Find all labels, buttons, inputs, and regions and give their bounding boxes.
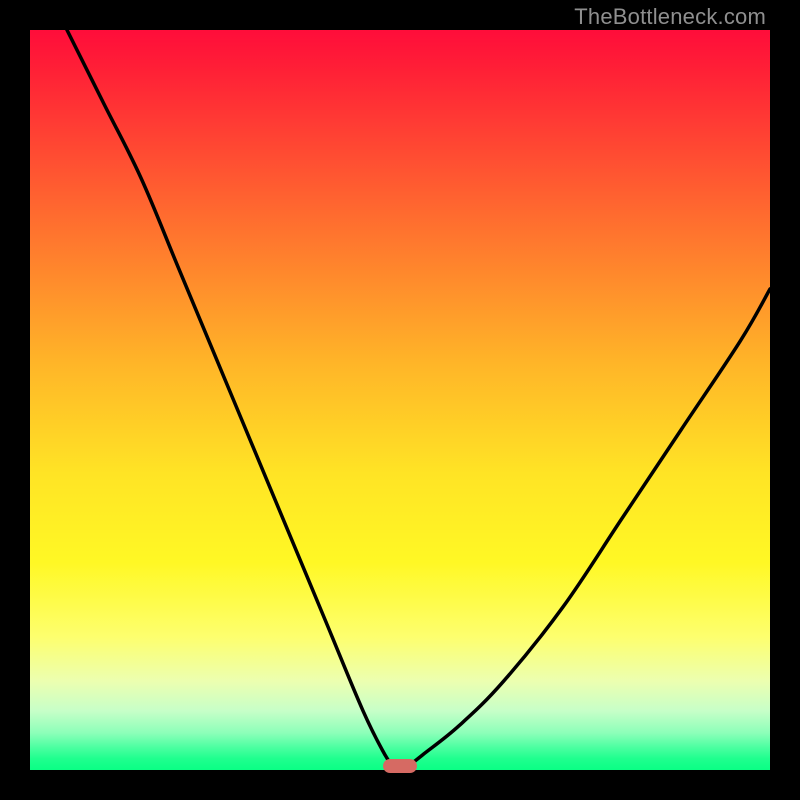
plot-area bbox=[30, 30, 770, 770]
curve-left-branch bbox=[67, 30, 396, 770]
curve-overlay bbox=[30, 30, 770, 770]
chart-frame: TheBottleneck.com bbox=[0, 0, 800, 800]
watermark-text: TheBottleneck.com bbox=[574, 4, 766, 30]
optimal-marker bbox=[383, 759, 417, 773]
curve-right-branch bbox=[404, 289, 770, 770]
